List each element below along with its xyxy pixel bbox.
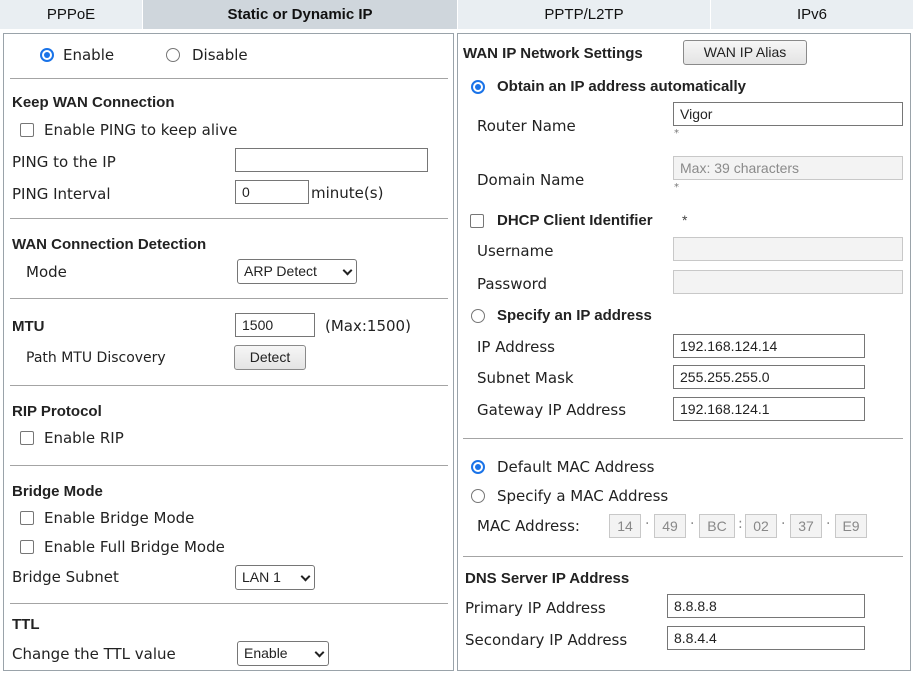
ping-interval-label: PING Interval <box>12 185 111 203</box>
obtain-auto-radio[interactable] <box>471 80 485 94</box>
chevron-down-icon <box>342 265 353 276</box>
detect-button[interactable]: Detect <box>234 345 306 370</box>
chevron-down-icon <box>300 571 311 582</box>
mode-select[interactable]: ARP Detect <box>237 259 357 284</box>
primary-dns-input[interactable]: 8.8.8.8 <box>667 594 865 618</box>
enable-bridge-label: Enable Bridge Mode <box>44 509 195 527</box>
tab-bar: PPPoE Static or Dynamic IP PPTP/L2TP IPv… <box>0 0 914 29</box>
ttl-title: TTL <box>12 616 40 633</box>
disable-label: Disable <box>192 46 248 64</box>
divider <box>463 556 903 557</box>
enable-full-bridge-checkbox[interactable] <box>20 540 34 554</box>
domain-name-placeholder: Max: 39 characters <box>680 160 800 176</box>
secondary-dns-input[interactable]: 8.8.4.4 <box>667 626 865 650</box>
disable-radio[interactable] <box>166 48 180 62</box>
mode-label: Mode <box>26 263 67 281</box>
divider <box>10 218 448 219</box>
ip-address-input[interactable]: 192.168.124.14 <box>673 334 865 358</box>
enable-label: Enable <box>63 46 115 64</box>
tab-static-dynamic-ip[interactable]: Static or Dynamic IP <box>143 0 458 29</box>
mac-octet-input[interactable]: 02 <box>745 514 777 538</box>
mtu-max-text: (Max:1500) <box>325 317 411 335</box>
username-input[interactable] <box>673 237 903 261</box>
specify-mac-radio[interactable] <box>471 489 485 503</box>
ping-ip-label: PING to the IP <box>12 153 116 171</box>
username-label: Username <box>477 242 554 260</box>
tab-pptp-l2tp[interactable]: PPTP/L2TP <box>458 0 711 29</box>
bridge-subnet-label: Bridge Subnet <box>12 568 119 586</box>
obtain-auto-label: Obtain an IP address automatically <box>497 78 746 95</box>
dhcp-client-label: DHCP Client Identifier <box>497 212 653 229</box>
ttl-change-label: Change the TTL value <box>12 645 176 663</box>
enable-bridge-checkbox[interactable] <box>20 511 34 525</box>
chevron-down-icon <box>314 647 325 658</box>
divider <box>10 298 448 299</box>
tab-pppoe[interactable]: PPPoE <box>0 0 143 29</box>
mac-octet-input[interactable]: 37 <box>790 514 822 538</box>
default-mac-label: Default MAC Address <box>497 458 655 476</box>
enable-radio[interactable] <box>40 48 54 62</box>
bridge-subnet-select[interactable]: LAN 1 <box>235 565 315 590</box>
path-mtu-label: Path MTU Discovery <box>26 350 166 366</box>
gateway-label: Gateway IP Address <box>477 401 627 419</box>
mtu-input[interactable]: 1500 <box>235 313 315 337</box>
enable-rip-label: Enable RIP <box>44 429 124 447</box>
wan-detection-title: WAN Connection Detection <box>12 236 207 253</box>
required-star: * <box>674 128 679 139</box>
subnet-mask-label: Subnet Mask <box>477 369 574 387</box>
divider <box>10 603 448 604</box>
tab-ipv6[interactable]: IPv6 <box>711 0 914 29</box>
mac-separator: · <box>781 516 786 532</box>
specify-ip-radio[interactable] <box>471 309 485 323</box>
mac-octet-input[interactable]: BC <box>699 514 735 538</box>
mtu-title: MTU <box>12 318 45 335</box>
ip-address-label: IP Address <box>477 338 555 356</box>
gateway-input[interactable]: 192.168.124.1 <box>673 397 865 421</box>
bridge-subnet-value: LAN 1 <box>242 569 281 585</box>
mac-octet-input[interactable]: E9 <box>835 514 867 538</box>
divider <box>463 438 903 439</box>
dns-title: DNS Server IP Address <box>465 570 630 587</box>
mac-separator: : <box>738 516 743 532</box>
divider <box>10 78 448 79</box>
secondary-dns-label: Secondary IP Address <box>465 631 628 649</box>
specify-mac-label: Specify a MAC Address <box>497 487 669 505</box>
keep-wan-title: Keep WAN Connection <box>12 94 175 111</box>
password-label: Password <box>477 275 548 293</box>
domain-name-label: Domain Name <box>477 171 585 189</box>
wan-settings-title: WAN IP Network Settings <box>463 45 643 62</box>
enable-rip-checkbox[interactable] <box>20 431 34 445</box>
primary-dns-label: Primary IP Address <box>465 599 606 617</box>
bridge-title: Bridge Mode <box>12 483 103 500</box>
mac-octet-input[interactable]: 49 <box>654 514 686 538</box>
router-name-input[interactable]: Vigor <box>673 102 903 126</box>
ping-keep-alive-checkbox[interactable] <box>20 123 34 137</box>
rip-title: RIP Protocol <box>12 403 102 420</box>
mac-separator: · <box>645 516 650 532</box>
default-mac-radio[interactable] <box>471 460 485 474</box>
wan-ip-alias-button[interactable]: WAN IP Alias <box>683 40 807 65</box>
router-name-label: Router Name <box>477 117 576 135</box>
ping-interval-input[interactable]: 0 <box>235 180 309 204</box>
mac-octet-input[interactable]: 14 <box>609 514 641 538</box>
ttl-select-value: Enable <box>244 645 288 661</box>
dhcp-required-star: * <box>682 212 688 228</box>
mac-address-label: MAC Address: <box>477 517 580 535</box>
password-input[interactable] <box>673 270 903 294</box>
domain-name-input[interactable]: Max: 39 characters <box>673 156 903 180</box>
mac-separator: · <box>690 516 695 532</box>
divider <box>10 385 448 386</box>
required-star: * <box>674 182 679 193</box>
ping-keep-alive-label: Enable PING to keep alive <box>44 121 238 139</box>
mode-select-value: ARP Detect <box>244 263 317 279</box>
ping-interval-unit: minute(s) <box>311 184 384 202</box>
specify-ip-label: Specify an IP address <box>497 307 652 324</box>
ping-ip-input[interactable] <box>235 148 428 172</box>
mac-separator: · <box>826 516 831 532</box>
enable-full-bridge-label: Enable Full Bridge Mode <box>44 538 225 556</box>
ttl-select[interactable]: Enable <box>237 641 329 666</box>
subnet-mask-input[interactable]: 255.255.255.0 <box>673 365 865 389</box>
dhcp-client-checkbox[interactable] <box>470 214 484 228</box>
divider <box>10 465 448 466</box>
